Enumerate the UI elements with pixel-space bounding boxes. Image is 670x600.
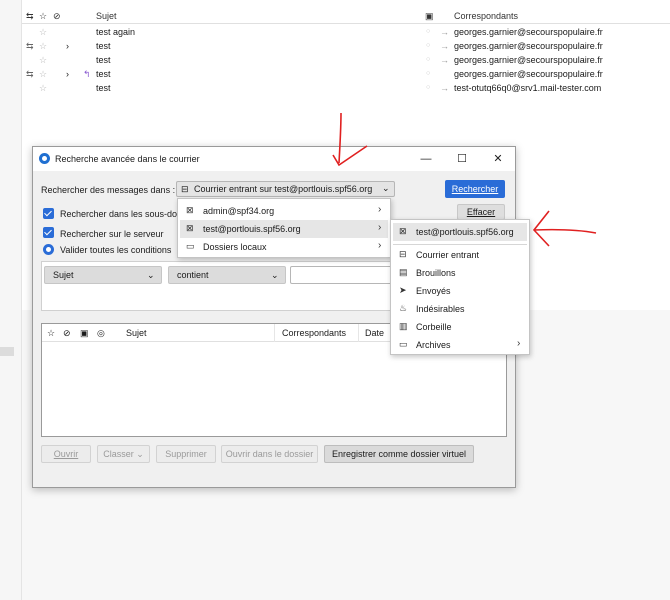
annotation-arrow-left <box>533 228 597 234</box>
annotation-arrowhead-down <box>332 145 368 167</box>
annotation-overlay <box>332 112 597 247</box>
annotation-arrowhead-left <box>532 210 550 247</box>
annotation-arrow-down <box>338 112 342 164</box>
